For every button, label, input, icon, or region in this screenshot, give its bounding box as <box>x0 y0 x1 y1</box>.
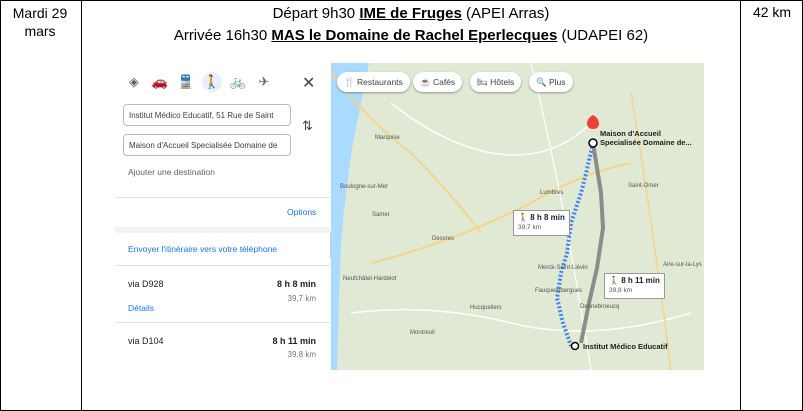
place-saint-omer: Saint-Omer <box>628 183 659 189</box>
depart-place: IME de Fruges <box>359 5 462 22</box>
chip-restaurants[interactable]: 🍴 Restaurants <box>337 72 410 92</box>
divider <box>115 197 330 198</box>
route-1-details-link[interactable]: Détails <box>128 303 154 313</box>
options-button[interactable]: Options <box>287 207 316 217</box>
route-1-via[interactable]: via D928 <box>128 279 164 289</box>
swap-icon[interactable]: ⇅ <box>302 118 313 134</box>
date-cell: Mardi 29 mars <box>0 4 80 40</box>
arrivee-prefix: Arrivée 16h30 <box>173 27 272 44</box>
travel-mode-bar: ◈ 🚗 🚆 🚶 🚲 ✈ <box>124 72 274 92</box>
destination-input[interactable]: Maison d'Accueil Specialisée Domaine de <box>123 134 291 156</box>
destination-label: Maison d'Accueil Specialisée Domaine de.… <box>600 129 692 147</box>
place-boulogne: Boulogne-sur-Mer <box>340 184 389 190</box>
date-line-2: mars <box>24 23 56 39</box>
transit-icon[interactable]: 🚆 <box>176 72 196 92</box>
route-2-distance: 39,8 km <box>287 350 316 359</box>
route-2-time: 8 h 11 min <box>272 336 316 346</box>
place-dennebroeucq: Dennebroeucq <box>580 304 620 310</box>
origin-input[interactable]: Institut Médico Educatif, 51 Rue de Sain… <box>123 104 291 126</box>
chip-cafes[interactable]: ☕ Cafés <box>413 72 463 92</box>
place-fauquembergues: Fauquembergues <box>535 288 583 294</box>
origin-label: Institut Médico Educatif <box>583 342 668 351</box>
close-icon[interactable]: ✕ <box>302 73 315 93</box>
chip-hotels[interactable]: 🛏 Hôtels <box>470 72 522 92</box>
date-line-1: Mardi 29 <box>12 5 68 21</box>
walking-icon[interactable]: 🚶 <box>202 72 222 92</box>
add-destination[interactable]: Ajouter une destination <box>128 167 215 177</box>
arrivee-line: Arrivée 16h30 MAS le Domaine de Rachel E… <box>82 26 740 46</box>
bicycle-icon[interactable]: 🚲 <box>228 72 248 92</box>
place-desvres: Desvres <box>432 236 455 242</box>
flight-icon[interactable]: ✈ <box>254 72 274 92</box>
place-merck: Merck-Saint-Liévin <box>538 265 588 271</box>
place-samer: Samer <box>372 212 390 218</box>
place-neufchatel: Neufchâtel-Hardelot <box>343 276 397 282</box>
place-marquise: Marquise <box>375 135 400 141</box>
chip-more[interactable]: 🔍 Plus <box>529 72 573 92</box>
column-divider-right <box>740 0 741 411</box>
column-divider-left <box>81 0 82 411</box>
best-route-icon[interactable]: ◈ <box>124 72 144 92</box>
distance-cell: 42 km <box>752 4 792 20</box>
place-lumbres: Lumbres <box>540 190 564 196</box>
origin-marker[interactable] <box>570 341 580 351</box>
divider <box>115 265 330 266</box>
route-1-time: 8 h 8 min <box>276 279 316 289</box>
route-label-2[interactable]: 🚶 8 h 11 min 39,8 km <box>604 273 665 299</box>
place-montreuil: Montreuil <box>410 330 435 336</box>
route-2-via[interactable]: via D104 <box>128 336 164 346</box>
depart-line: Départ 9h30 IME de Fruges (APEI Arras) <box>82 4 740 24</box>
arrivee-suffix: (UDAPEI 62) <box>557 27 649 44</box>
route-label-1[interactable]: 🚶 8 h 8 min 39,7 km <box>513 210 570 236</box>
depart-prefix: Départ 9h30 <box>272 5 360 22</box>
send-to-phone-link[interactable]: Envoyer l'itinéraire vers votre téléphon… <box>128 244 277 254</box>
arrivee-place: MAS le Domaine de Rachel Eperlecques <box>271 27 558 44</box>
place-hucqueliers: Hucqueliers <box>470 305 502 311</box>
depart-suffix: (APEI Arras) <box>461 5 550 22</box>
divider <box>115 322 330 323</box>
divider-thick <box>115 227 330 233</box>
route-1-distance: 39,7 km <box>287 294 316 303</box>
destination-marker[interactable] <box>588 138 598 148</box>
car-icon[interactable]: 🚗 <box>150 72 170 92</box>
place-aire-sur-la-lys: Aire-sur-la-Lys <box>663 262 702 268</box>
